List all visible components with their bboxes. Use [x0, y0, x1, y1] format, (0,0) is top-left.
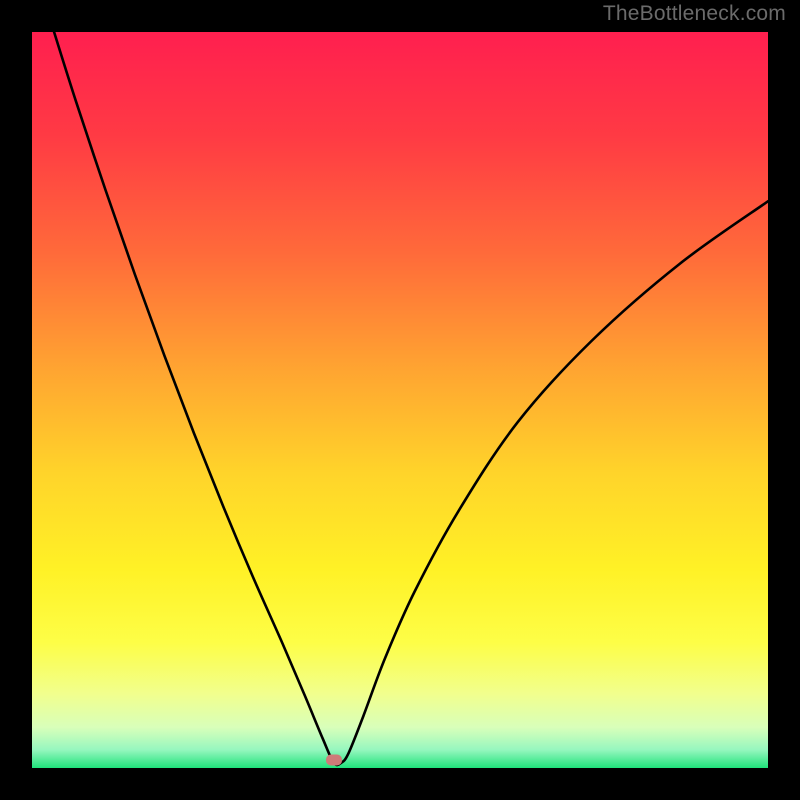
optimal-marker [326, 755, 342, 766]
watermark-text: TheBottleneck.com [603, 2, 786, 26]
chart-stage: TheBottleneck.com [0, 0, 800, 800]
bottleneck-curve [54, 32, 768, 765]
plot-area [32, 32, 768, 768]
curve-layer [32, 32, 768, 768]
